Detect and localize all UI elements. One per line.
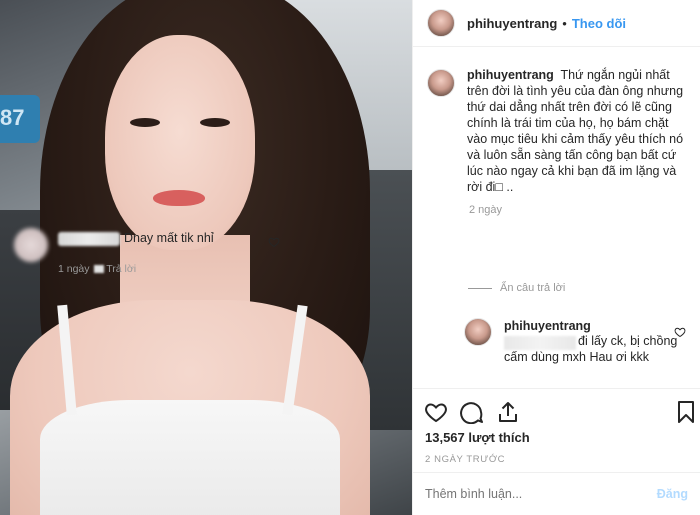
reply-heart-icon[interactable] <box>674 326 686 338</box>
caption: phihuyentrang Thứ ngắn ngủi nhất trên đờ… <box>413 47 700 195</box>
eye-left <box>130 118 160 127</box>
reply-link[interactable]: Trả lời <box>106 263 136 275</box>
comment-icon[interactable] <box>460 400 484 424</box>
caption-avatar[interactable] <box>427 69 455 97</box>
likes-count[interactable]: 13,567 lượt thích <box>425 430 530 445</box>
comment-heart-icon[interactable] <box>268 236 280 248</box>
comment-time: 1 ngày <box>58 263 90 275</box>
caption-body: phihuyentrang Thứ ngắn ngủi nhất trên đờ… <box>467 67 686 195</box>
heart-icon[interactable] <box>424 400 448 424</box>
caption-text: Thứ ngắn ngủi nhất trên đời là tình yêu … <box>467 68 684 194</box>
share-icon[interactable] <box>496 400 520 424</box>
caption-time: 2 ngày <box>469 204 503 216</box>
post-header: phihuyentrang • Theo dõi <box>413 0 700 47</box>
caption-username[interactable]: phihuyentrang <box>467 68 554 82</box>
post-comment-button[interactable]: Đăng <box>657 487 688 501</box>
background-sign: 87 <box>0 95 40 143</box>
add-comment-bar: Đăng <box>412 473 700 515</box>
hide-replies-line <box>468 287 492 289</box>
header-username[interactable]: phihuyentrang <box>467 16 557 31</box>
white-dress <box>40 400 340 515</box>
separator-dot: • <box>562 15 567 31</box>
reply-avatar[interactable] <box>464 318 492 346</box>
add-comment-input[interactable] <box>412 487 657 501</box>
comment-avatar-blurred[interactable] <box>14 228 48 262</box>
avatar[interactable] <box>427 9 455 37</box>
face <box>105 35 255 250</box>
bookmark-icon[interactable] <box>674 400 698 424</box>
post-timestamp: 2 NGÀY TRƯỚC <box>425 454 506 465</box>
blurred-detail <box>93 265 104 274</box>
reply-username[interactable]: phihuyentrang <box>504 319 591 333</box>
divider <box>412 388 700 389</box>
eye-right <box>200 118 230 127</box>
comment-username-blurred <box>58 232 120 246</box>
follow-button[interactable]: Theo dõi <box>572 16 626 31</box>
comment-text: Dnay mất tik nhỉ <box>124 231 214 245</box>
lips <box>153 190 205 206</box>
comment-item: Dnay mất tik nhỉ <box>14 228 284 268</box>
hide-replies-label[interactable]: Ẩn câu trả lời <box>500 282 565 294</box>
hide-replies[interactable]: Ẩn câu trả lời <box>468 282 565 294</box>
action-bar <box>424 400 694 426</box>
reply-text: đi lấy ck, bị chồng cấm dùng mxh Hau ơi … <box>504 334 678 364</box>
comment-meta: 1 ngày Trả lời <box>58 263 136 275</box>
